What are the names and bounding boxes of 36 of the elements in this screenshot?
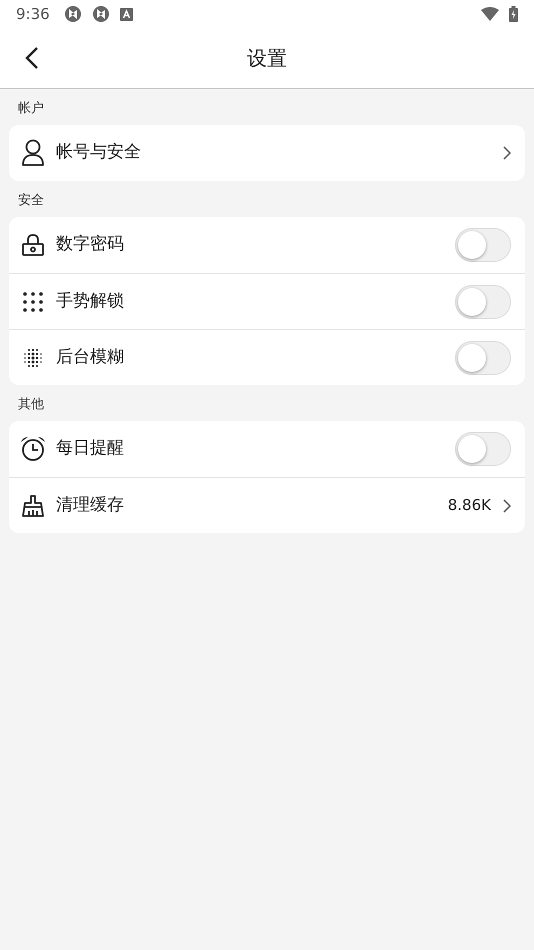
chevron-right-icon [503,146,511,160]
keyboard-notification-icon [120,8,133,20]
row-label: 清理缓存 [56,494,125,517]
row-label: 后台模糊 [56,346,125,369]
settings-row[interactable]: 帐号与安全 [9,125,525,181]
section-title: 安全 [18,192,44,210]
battery-charging-icon [509,6,518,22]
row-label: 数字密码 [56,233,125,256]
toggle-switch[interactable] [455,432,511,466]
row-label: 每日提醒 [56,437,125,460]
settings-row[interactable]: 每日提醒 [9,421,525,477]
chevron-left-icon [25,47,39,69]
settings-row[interactable]: 后台模糊 [9,329,525,385]
chevron-right-icon [503,498,511,512]
settings-row[interactable]: 清理缓存 8.86K [9,477,525,533]
alarm-clock-icon [20,436,46,462]
section-title: 其他 [18,396,44,414]
app-notification-icon [92,5,110,23]
toggle-switch[interactable] [455,228,511,262]
dot-grid-icon [22,290,44,312]
page-title: 设置 [247,45,287,72]
cache-size: 8.86K [448,495,491,516]
toggle-switch[interactable] [455,340,511,374]
settings-row[interactable]: 手势解锁 [9,273,525,329]
blur-dots-icon [22,346,44,368]
app-notification-icon [64,5,82,23]
wifi-icon [481,7,499,21]
toggle-switch[interactable] [455,284,511,318]
settings-row[interactable]: 数字密码 [9,217,525,273]
person-icon [21,139,45,167]
row-label: 手势解锁 [56,290,125,313]
padlock-icon [21,233,45,257]
broom-icon [21,494,45,518]
section-title: 帐户 [18,100,44,118]
status-time: 9:36 [16,4,50,25]
row-label: 帐号与安全 [56,141,142,164]
